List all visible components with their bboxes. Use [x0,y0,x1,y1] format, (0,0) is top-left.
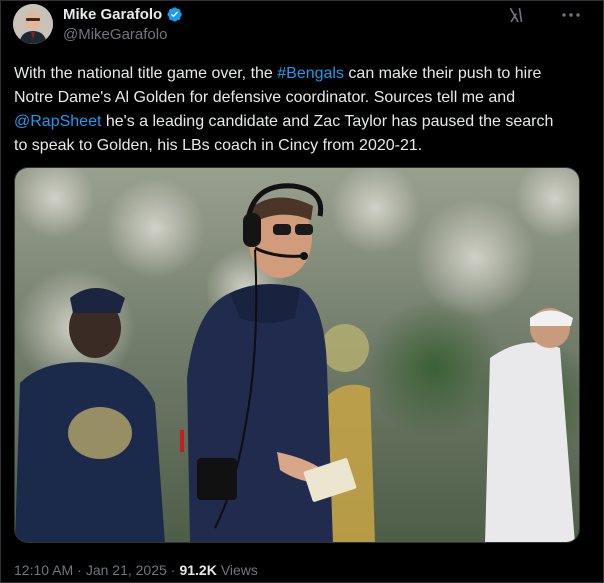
hashtag-link[interactable]: #Bengals [277,65,344,82]
tweet-date[interactable]: Jan 21, 2025 [86,562,167,578]
tweet-meta: 12:10 AM · Jan 21, 2025 · 91.2K Views [14,562,258,578]
avatar-photo [13,4,53,44]
tweet-text-part: With the national title game over, the [14,65,278,82]
meta-separator: · [77,562,82,578]
author-name[interactable]: Mike Garafolo [63,6,162,23]
grok-icon[interactable] [507,6,525,24]
views-label: Views [220,562,258,578]
avatar[interactable] [13,4,53,44]
more-options-icon[interactable] [560,6,582,24]
author-handle[interactable]: @MikeGarafolo [63,26,167,43]
verified-badge-icon [167,7,182,22]
sideline-photo [15,168,579,542]
tweet-text: With the national title game over, the #… [14,62,594,158]
mention-link[interactable]: @RapSheet [14,113,101,130]
author-row: Mike Garafolo [63,6,183,23]
tweet-media-image[interactable] [14,167,580,543]
meta-separator: · [170,562,176,578]
views-count[interactable]: 91.2K [179,562,216,578]
tweet-time[interactable]: 12:10 AM [14,562,73,578]
